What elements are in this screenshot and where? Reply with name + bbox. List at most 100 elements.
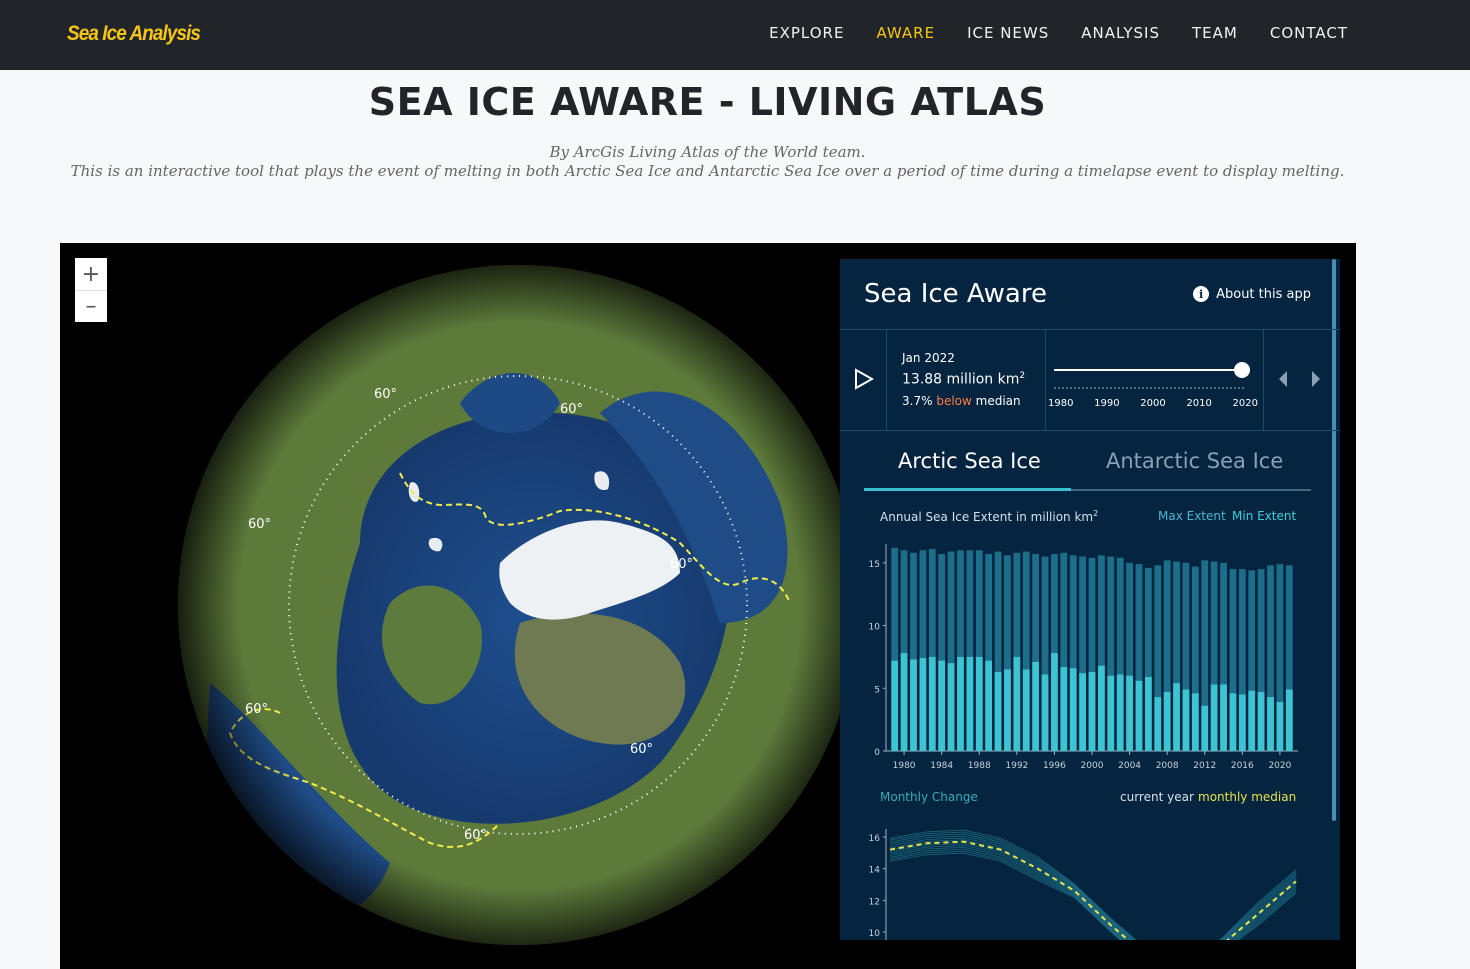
bar-min-extent <box>1116 674 1124 751</box>
page-description: This is an interactive tool that plays t… <box>70 162 1345 180</box>
zoom-out-button[interactable]: – <box>75 290 107 322</box>
bar-min-extent <box>1069 668 1077 751</box>
bar-min-extent <box>994 671 1002 751</box>
bar-min-extent <box>1135 680 1143 751</box>
graticule-label: 60° <box>245 702 268 717</box>
slider-labels: 1980 1990 2000 2010 2020 <box>1048 398 1258 409</box>
legend-current-year[interactable]: current year <box>1120 790 1194 804</box>
play-button[interactable] <box>852 367 876 391</box>
bar-min-extent <box>1144 676 1152 751</box>
slider-thumb[interactable] <box>1234 362 1250 378</box>
graticule-label: 60° <box>248 517 271 532</box>
play-icon <box>855 368 875 390</box>
bar-min-extent <box>900 653 908 751</box>
chevron-left-icon <box>1279 371 1287 387</box>
monthly-chart-title: Monthly Change <box>880 790 978 804</box>
monthly-change-chart[interactable]: 10 12 14 16 <box>840 829 1340 940</box>
bar-min-extent <box>910 659 917 751</box>
slider-ticks <box>1054 387 1244 391</box>
bar-min-extent <box>1182 689 1190 751</box>
legend-max-extent[interactable]: Max Extent <box>1158 509 1226 523</box>
panel-title: Sea Ice Aware <box>864 279 1047 309</box>
tab-arctic-sea-ice[interactable]: Arctic Sea Ice <box>898 449 1041 473</box>
x-tick-label: 2008 <box>1156 761 1179 771</box>
bar-min-extent <box>938 660 946 751</box>
bar-min-extent <box>1060 666 1068 751</box>
sea-ice-panel: Sea Ice Aware i About this app Jan 2022 … <box>840 259 1340 940</box>
about-label: About this app <box>1216 286 1311 302</box>
slider-label: 2010 <box>1186 398 1212 409</box>
bar-min-extent <box>1276 702 1284 751</box>
bar-min-extent <box>1238 694 1246 751</box>
slider-label: 2020 <box>1232 398 1258 409</box>
bar-min-extent <box>1248 690 1256 751</box>
bar-min-extent <box>1098 665 1105 751</box>
nav-link-analysis[interactable]: ANALYSIS <box>1081 24 1160 42</box>
legend-monthly-median[interactable]: monthly median <box>1198 790 1296 804</box>
page-title: SEA ICE AWARE - LIVING ATLAS <box>368 80 1047 124</box>
bar-min-extent <box>966 656 974 751</box>
bar-min-extent <box>1191 693 1199 751</box>
y-tick-label: 5 <box>874 685 880 695</box>
top-navbar: Sea Ice Analysis EXPLORE AWARE ICE NEWS … <box>0 0 1470 70</box>
about-app-link[interactable]: i About this app <box>1193 286 1311 302</box>
divider <box>1263 330 1264 430</box>
bar-min-extent <box>1173 683 1180 751</box>
bar-min-extent <box>1201 705 1209 751</box>
y-tick-label: 0 <box>874 748 880 758</box>
nav-link-ice-news[interactable]: ICE NEWS <box>967 24 1049 42</box>
bar-min-extent <box>1032 661 1040 751</box>
time-slider[interactable]: 1980 1990 2000 2010 2020 <box>1048 362 1258 413</box>
current-date: Jan 2022 <box>902 351 955 365</box>
arctic-globe-map[interactable]: 60° 60° 60° 60° 60° 60° 60° <box>60 243 840 969</box>
bar-min-extent <box>1013 656 1021 751</box>
zoom-control: + – <box>75 258 107 322</box>
x-tick-label: 2000 <box>1081 761 1104 771</box>
divider <box>1045 330 1046 430</box>
bar-min-extent <box>1257 692 1265 751</box>
chevron-right-icon <box>1312 371 1320 387</box>
bar-min-extent <box>1126 675 1133 751</box>
legend-min-extent[interactable]: Min Extent <box>1232 509 1296 523</box>
info-icon: i <box>1193 286 1210 302</box>
slider-label: 2000 <box>1140 398 1166 409</box>
bar-min-extent <box>1041 674 1049 751</box>
annual-extent-chart[interactable]: 0 5 10 15 1980 1984 1988 1992 1996 2000 2004 2008 20… <box>840 544 1340 774</box>
nav-link-contact[interactable]: CONTACT <box>1270 24 1348 42</box>
bar-min-extent <box>1267 697 1274 751</box>
y-tick-label: 14 <box>869 866 881 876</box>
bar-min-extent <box>1088 671 1096 751</box>
nav-link-team[interactable]: TEAM <box>1192 24 1238 42</box>
step-forward-button[interactable] <box>1309 370 1323 388</box>
brand-logo[interactable]: Sea Ice Analysis <box>67 22 201 46</box>
bar-min-extent <box>1022 669 1030 751</box>
tab-active-underline <box>864 488 1071 491</box>
bar-min-extent <box>1004 669 1011 751</box>
current-anomaly: 3.7% below median <box>902 393 1021 408</box>
x-tick-label: 1984 <box>930 761 953 771</box>
x-tick-label: 2004 <box>1118 761 1141 771</box>
graticule-label: 60° <box>670 557 693 572</box>
slider-label: 1980 <box>1048 398 1074 409</box>
byline: By ArcGis Living Atlas of the World team… <box>549 143 866 161</box>
y-tick-label: 16 <box>869 834 881 844</box>
bar-min-extent <box>1107 675 1115 751</box>
bar-min-extent <box>1210 684 1218 751</box>
annual-chart-title: Annual Sea Ice Extent in million km2 <box>880 509 1099 524</box>
nav-link-explore[interactable]: EXPLORE <box>769 24 844 42</box>
nav-link-aware[interactable]: AWARE <box>876 24 935 42</box>
bar-min-extent <box>1051 653 1058 751</box>
y-tick-label: 10 <box>869 623 881 633</box>
bar-min-extent <box>1079 673 1086 751</box>
embedded-app: 60° 60° 60° 60° 60° 60° 60° + – Sea Ice … <box>60 243 1356 969</box>
x-tick-label: 2020 <box>1268 761 1291 771</box>
bar-min-extent <box>975 656 983 751</box>
divider <box>886 330 887 430</box>
step-back-button[interactable] <box>1276 370 1290 388</box>
y-tick-label: 12 <box>869 897 880 907</box>
graticule-label: 60° <box>464 828 487 843</box>
tab-antarctic-sea-ice[interactable]: Antarctic Sea Ice <box>1106 449 1283 473</box>
x-tick-label: 1992 <box>1005 761 1028 771</box>
bar-min-extent <box>1285 689 1293 751</box>
zoom-in-button[interactable]: + <box>75 258 107 290</box>
